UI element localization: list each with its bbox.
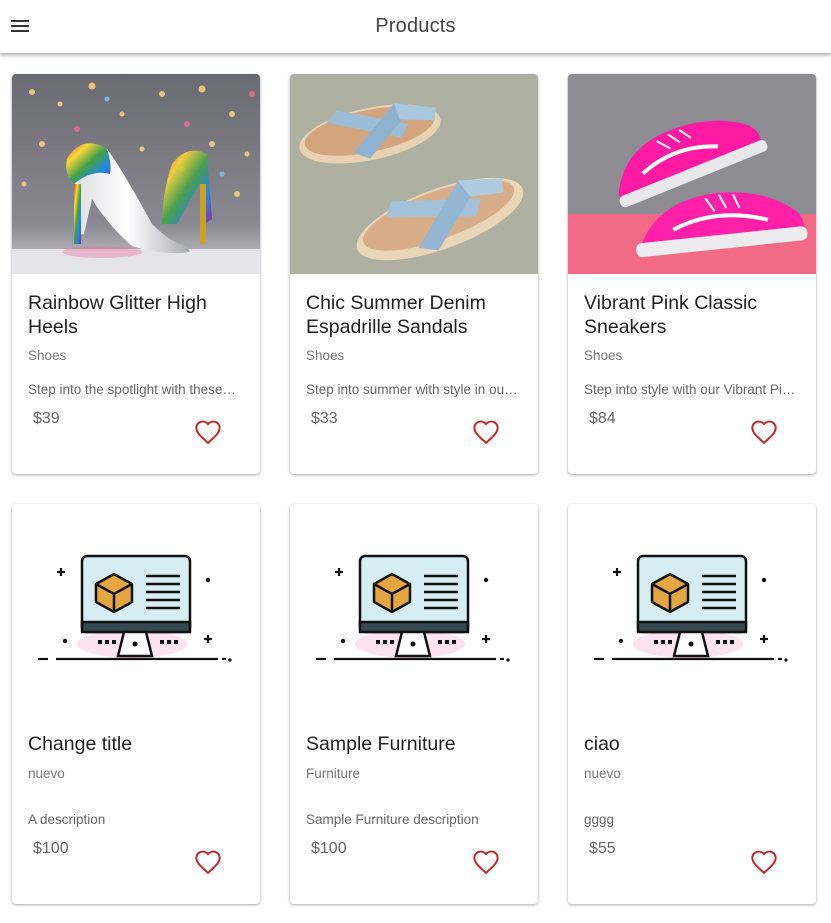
product-price: $100	[311, 840, 347, 857]
product-description: Step into summer with style in ou…	[306, 382, 518, 397]
pink-sneakers-photo	[568, 74, 816, 274]
heart-outline-icon	[195, 420, 221, 445]
product-title[interactable]: Sample Furniture	[306, 732, 524, 756]
product-image[interactable]	[568, 504, 816, 704]
denim-sandals-photo	[290, 74, 538, 274]
product-card[interactable]: Rainbow Glitter High Heels Shoes Step in…	[12, 74, 260, 474]
product-card[interactable]: Chic Summer Denim Espadrille Sandals Sho…	[290, 74, 538, 474]
favorite-button[interactable]	[472, 849, 500, 877]
product-category: nuevo	[28, 766, 65, 781]
product-card[interactable]: Vibrant Pink Classic Sneakers Shoes Step…	[568, 74, 816, 474]
placeholder-computer-illustration	[12, 504, 260, 704]
product-title[interactable]: Change title	[28, 732, 246, 756]
heart-outline-icon	[751, 850, 777, 875]
product-description: gggg	[584, 812, 615, 827]
favorite-button[interactable]	[472, 419, 500, 447]
product-description: Step into the spotlight with these…	[28, 382, 236, 397]
product-price: $33	[311, 410, 338, 427]
product-category: nuevo	[584, 766, 621, 781]
product-image[interactable]	[12, 74, 260, 274]
app-bar: Products	[0, 0, 831, 53]
heart-outline-icon	[195, 850, 221, 875]
product-card[interactable]: Change title nuevo A description $100	[12, 504, 260, 904]
product-price: $55	[589, 840, 616, 857]
favorite-button[interactable]	[194, 419, 222, 447]
product-price: $84	[589, 410, 616, 427]
product-title[interactable]: Chic Summer Denim Espadrille Sandals	[306, 291, 524, 339]
product-grid: Rainbow Glitter High Heels Shoes Step in…	[0, 0, 831, 923]
product-category: Shoes	[28, 348, 67, 363]
product-title[interactable]: Vibrant Pink Classic Sneakers	[584, 291, 802, 339]
product-image[interactable]	[568, 74, 816, 274]
product-card[interactable]: ciao nuevo gggg $55	[568, 504, 816, 904]
product-category: Furniture	[306, 766, 361, 781]
product-category: Shoes	[306, 348, 345, 363]
heart-outline-icon	[751, 420, 777, 445]
placeholder-computer-illustration	[568, 504, 816, 704]
favorite-button[interactable]	[194, 849, 222, 877]
product-price: $39	[33, 410, 60, 427]
rainbow-heels-photo	[12, 74, 260, 274]
product-category: Shoes	[584, 348, 623, 363]
product-title[interactable]: Rainbow Glitter High Heels	[28, 291, 246, 339]
product-card[interactable]: Sample Furniture Furniture Sample Furnit…	[290, 504, 538, 904]
product-description: Step into style with our Vibrant Pi…	[584, 382, 796, 397]
product-image[interactable]	[12, 504, 260, 704]
heart-outline-icon	[473, 420, 499, 445]
heart-outline-icon	[473, 850, 499, 875]
favorite-button[interactable]	[750, 419, 778, 447]
placeholder-computer-illustration	[290, 504, 538, 704]
product-image[interactable]	[290, 74, 538, 274]
product-image[interactable]	[290, 504, 538, 704]
product-description: Sample Furniture description	[306, 812, 479, 827]
product-price: $100	[33, 840, 69, 857]
favorite-button[interactable]	[750, 849, 778, 877]
product-title[interactable]: ciao	[584, 732, 802, 756]
page-title: Products	[375, 15, 456, 37]
product-description: A description	[28, 812, 106, 827]
